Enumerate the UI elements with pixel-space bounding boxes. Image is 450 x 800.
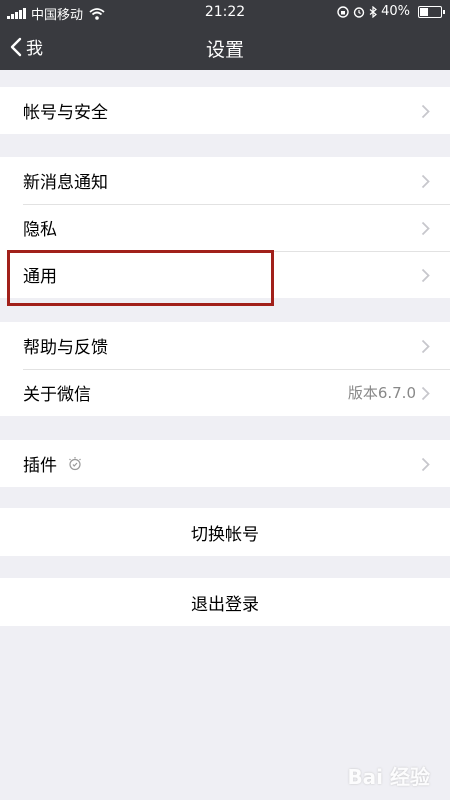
help-group: 帮助与反馈 关于微信 版本6.7.0 xyxy=(0,322,450,416)
chevron-right-icon xyxy=(421,457,430,472)
bluetooth-icon xyxy=(369,5,378,18)
plugin-bulb-icon xyxy=(69,456,81,470)
item-label: 插件 xyxy=(23,456,57,476)
switch-account-label: 切换帐号 xyxy=(191,524,259,545)
switch-account-button[interactable]: 切换帐号 xyxy=(0,508,450,556)
settings-item-plugins[interactable]: 插件 xyxy=(0,440,450,487)
alarm-icon xyxy=(353,6,365,18)
plugins-group: 插件 xyxy=(0,440,450,487)
item-label: 帮助与反馈 xyxy=(23,338,108,358)
settings-item-help-feedback[interactable]: 帮助与反馈 xyxy=(0,322,450,369)
nav-bar: 我 设置 xyxy=(0,24,450,70)
item-label: 隐私 xyxy=(23,220,57,240)
settings-item-about[interactable]: 关于微信 版本6.7.0 xyxy=(0,369,450,416)
chevron-right-icon xyxy=(421,268,430,283)
battery-percent: 40% xyxy=(381,4,410,19)
chevron-right-icon xyxy=(421,104,430,119)
settings-item-account-security[interactable]: 帐号与安全 xyxy=(0,87,450,134)
chevron-right-icon xyxy=(421,386,430,401)
settings-item-privacy[interactable]: 隐私 xyxy=(0,204,450,251)
item-label: 通用 xyxy=(23,267,57,287)
watermark: Bai 经验 xyxy=(347,765,430,789)
preferences-group: 新消息通知 隐私 通用 xyxy=(0,157,450,298)
item-label: 新消息通知 xyxy=(23,173,108,193)
settings-item-general[interactable]: 通用 xyxy=(0,251,450,298)
item-label: 关于微信 xyxy=(23,385,91,405)
version-value: 版本6.7.0 xyxy=(347,384,416,402)
orientation-lock-icon xyxy=(337,5,349,18)
logout-label: 退出登录 xyxy=(191,594,259,615)
status-right: 40% xyxy=(337,4,445,19)
logout-button[interactable]: 退出登录 xyxy=(0,578,450,626)
chevron-right-icon xyxy=(421,174,430,189)
battery-icon xyxy=(418,5,445,18)
battery-fill xyxy=(420,7,428,16)
settings-item-notifications[interactable]: 新消息通知 xyxy=(0,157,450,204)
status-bar: 中国移动 21:22 40% xyxy=(0,0,450,24)
chevron-right-icon xyxy=(421,221,430,236)
account-group: 帐号与安全 xyxy=(0,87,450,134)
item-label: 帐号与安全 xyxy=(23,103,108,123)
page-title: 设置 xyxy=(205,39,244,61)
chevron-right-icon xyxy=(421,339,430,354)
